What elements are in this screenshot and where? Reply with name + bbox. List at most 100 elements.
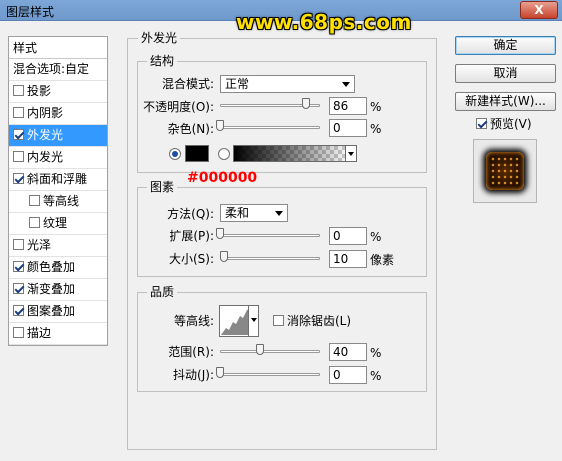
glow-gradient-picker[interactable] bbox=[233, 145, 351, 162]
style-item[interactable]: 纹理 bbox=[9, 213, 107, 235]
opacity-input[interactable]: 86 bbox=[329, 97, 367, 115]
size-slider-thumb[interactable] bbox=[220, 251, 228, 262]
noise-unit: % bbox=[370, 122, 382, 136]
opacity-slider-thumb[interactable] bbox=[302, 98, 310, 109]
style-item-label: 内发光 bbox=[27, 150, 64, 164]
styles-header: 样式 bbox=[9, 37, 107, 59]
range-slider-track[interactable] bbox=[220, 350, 320, 353]
style-item[interactable]: 等高线 bbox=[9, 191, 107, 213]
style-item-label: 描边 bbox=[27, 326, 52, 340]
blend-mode-label: 混合模式: bbox=[161, 77, 214, 91]
spread-unit: % bbox=[370, 230, 382, 244]
style-item-checkbox[interactable] bbox=[13, 85, 24, 96]
jitter-slider-thumb[interactable] bbox=[216, 367, 224, 378]
style-item[interactable]: 内阴影 bbox=[9, 103, 107, 125]
style-item[interactable]: 描边 bbox=[9, 323, 107, 345]
style-item[interactable]: 斜面和浮雕 bbox=[9, 169, 107, 191]
style-item[interactable]: 颜色叠加 bbox=[9, 257, 107, 279]
style-preview bbox=[473, 139, 537, 203]
style-item[interactable]: 图案叠加 bbox=[9, 301, 107, 323]
close-button[interactable]: X bbox=[520, 1, 558, 19]
style-item-label: 渐变叠加 bbox=[27, 282, 76, 296]
style-item-checkbox[interactable] bbox=[13, 107, 24, 118]
noise-label: 杂色(N): bbox=[167, 122, 214, 136]
gradient-dropdown[interactable] bbox=[345, 145, 357, 162]
preview-checkbox-row[interactable]: 预览(V) bbox=[476, 116, 532, 132]
chevron-down-icon bbox=[342, 82, 350, 87]
contour-label: 等高线: bbox=[173, 314, 214, 328]
noise-input[interactable]: 0 bbox=[329, 119, 367, 137]
preview-thumbnail bbox=[486, 152, 524, 190]
size-label: 大小(S): bbox=[168, 252, 214, 266]
preview-checkbox[interactable] bbox=[476, 118, 487, 129]
style-item-label: 投影 bbox=[27, 84, 52, 98]
style-item-checkbox[interactable] bbox=[13, 283, 24, 294]
blend-mode-select[interactable]: 正常 bbox=[220, 75, 355, 93]
range-label: 范围(R): bbox=[168, 345, 214, 359]
method-value: 柔和 bbox=[225, 206, 250, 220]
style-item[interactable]: 投影 bbox=[9, 81, 107, 103]
glow-color-swatch[interactable] bbox=[185, 145, 209, 162]
watermark: www.68ps.com bbox=[236, 10, 412, 34]
noise-slider-thumb[interactable] bbox=[216, 120, 224, 131]
style-item-checkbox[interactable] bbox=[13, 151, 24, 162]
antialias-checkbox-row[interactable]: 消除锯齿(L) bbox=[273, 313, 351, 329]
antialias-label: 消除锯齿(L) bbox=[287, 314, 352, 328]
new-style-button[interactable]: 新建样式(W)... bbox=[455, 92, 556, 111]
style-item[interactable]: 混合选项:自定 bbox=[9, 59, 107, 81]
style-item-checkbox[interactable] bbox=[13, 173, 24, 184]
style-item-label: 光泽 bbox=[27, 238, 52, 252]
size-unit: 像素 bbox=[370, 253, 395, 267]
style-item-checkbox[interactable] bbox=[13, 305, 24, 316]
style-item-checkbox[interactable] bbox=[29, 195, 40, 206]
cancel-button[interactable]: 取消 bbox=[455, 64, 556, 83]
noise-slider-track[interactable] bbox=[220, 126, 320, 129]
gradient-radio[interactable] bbox=[218, 148, 230, 160]
contour-dropdown[interactable] bbox=[248, 305, 259, 337]
chevron-down-icon bbox=[275, 211, 283, 216]
quality-title: 品质 bbox=[147, 285, 178, 299]
style-item[interactable]: 内发光 bbox=[9, 147, 107, 169]
spread-input[interactable]: 0 bbox=[329, 227, 367, 245]
size-input[interactable]: 10 bbox=[329, 250, 367, 268]
style-item-label: 外发光 bbox=[27, 128, 64, 142]
outer-glow-title: 外发光 bbox=[138, 31, 181, 45]
antialias-checkbox[interactable] bbox=[273, 315, 284, 326]
jitter-label: 抖动(J): bbox=[173, 368, 214, 382]
jitter-input[interactable]: 0 bbox=[329, 366, 367, 384]
style-item[interactable]: 渐变叠加 bbox=[9, 279, 107, 301]
ok-button[interactable]: 确定 bbox=[455, 36, 556, 55]
style-item-label: 颜色叠加 bbox=[27, 260, 76, 274]
spread-label: 扩展(P): bbox=[169, 229, 214, 243]
blend-mode-value: 正常 bbox=[225, 77, 250, 91]
range-input[interactable]: 40 bbox=[329, 343, 367, 361]
style-item-label: 混合选项:自定 bbox=[13, 62, 90, 76]
style-item-checkbox[interactable] bbox=[13, 129, 24, 140]
jitter-unit: % bbox=[370, 369, 382, 383]
method-select[interactable]: 柔和 bbox=[220, 204, 288, 222]
jitter-slider-track[interactable] bbox=[220, 373, 320, 376]
spread-slider-thumb[interactable] bbox=[216, 228, 224, 239]
size-slider-track[interactable] bbox=[220, 257, 320, 260]
window-title: 图层样式 bbox=[6, 5, 55, 19]
method-label: 方法(Q): bbox=[167, 207, 214, 221]
style-item-checkbox[interactable] bbox=[13, 327, 24, 338]
style-item-label: 图案叠加 bbox=[27, 304, 76, 318]
style-item-checkbox[interactable] bbox=[13, 261, 24, 272]
style-item-label: 纹理 bbox=[43, 216, 68, 230]
style-item[interactable]: 外发光 bbox=[9, 125, 107, 147]
preview-texture bbox=[490, 156, 520, 186]
solid-color-radio[interactable] bbox=[169, 148, 181, 160]
range-unit: % bbox=[370, 346, 382, 360]
style-item-checkbox[interactable] bbox=[29, 217, 40, 228]
structure-title: 结构 bbox=[147, 54, 178, 68]
color-annotation: #000000 bbox=[187, 170, 258, 186]
preview-label: 预览(V) bbox=[490, 117, 532, 131]
style-item-label: 斜面和浮雕 bbox=[27, 172, 88, 186]
spread-slider-track[interactable] bbox=[220, 234, 320, 237]
elements-title: 图素 bbox=[147, 180, 178, 194]
style-item[interactable]: 光泽 bbox=[9, 235, 107, 257]
range-slider-thumb[interactable] bbox=[256, 344, 264, 355]
style-item-checkbox[interactable] bbox=[13, 239, 24, 250]
style-item-label: 等高线 bbox=[43, 194, 80, 208]
